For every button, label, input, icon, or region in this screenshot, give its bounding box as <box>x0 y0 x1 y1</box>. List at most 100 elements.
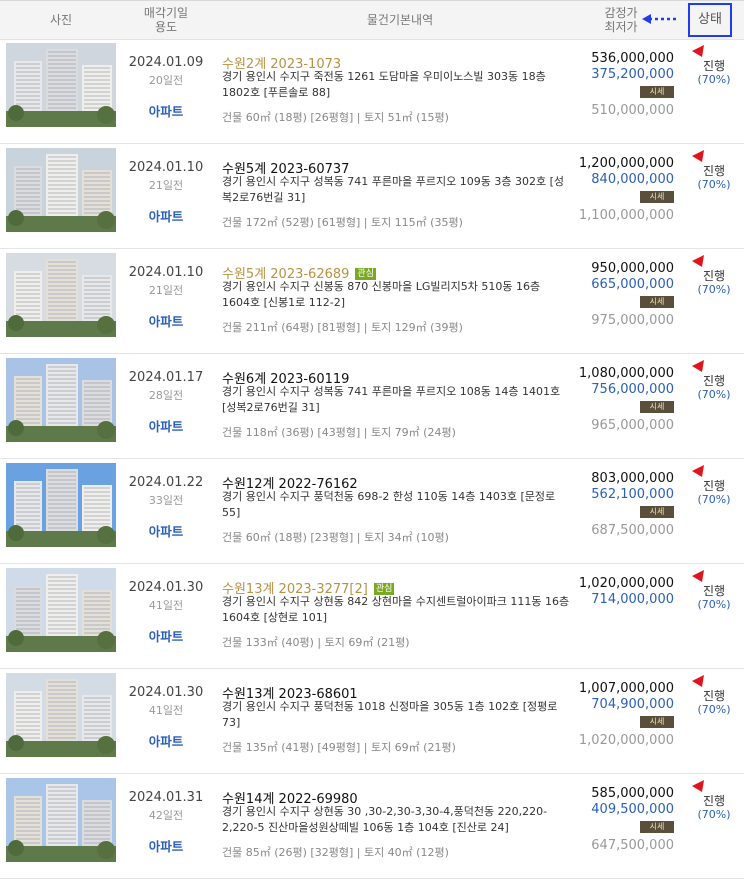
table-row[interactable]: 2024.01.22 33일전 아파트 수원12계 2022-76162 경기 … <box>0 459 744 564</box>
area-info: 건물 172㎡ (52평) [61평형] | 토지 115㎡ (35평) <box>222 216 463 229</box>
property-use: 아파트 <box>148 524 184 539</box>
property-use: 아파트 <box>148 314 184 329</box>
status-label: 진행 <box>702 584 726 598</box>
status-label: 진행 <box>702 479 726 493</box>
days-remaining: 20일전 <box>148 74 184 87</box>
building-photo <box>6 253 116 337</box>
market-price-value: 975,000,000 <box>591 313 674 328</box>
appraisal-price: 1,080,000,000 <box>578 366 674 381</box>
property-photo[interactable] <box>6 43 116 127</box>
property-use: 아파트 <box>148 104 184 119</box>
property-use: 아파트 <box>148 629 184 644</box>
appraisal-price: 1,200,000,000 <box>578 156 674 171</box>
minimum-price: 665,000,000 <box>591 277 674 292</box>
building-photo <box>6 358 116 442</box>
sale-date: 2024.01.30 <box>128 580 204 595</box>
property-address: 경기 용인시 수지구 풍덕천동 1018 신정마을 305동 1층 102호 [… <box>222 700 558 729</box>
discount-rate: (70%) <box>697 703 731 716</box>
area-info: 건물 60㎡ (18평) [26평형] | 토지 51㎡ (15평) <box>222 111 449 124</box>
table-row[interactable]: 2024.01.17 28일전 아파트 수원6계 2023-60119 경기 용… <box>0 354 744 459</box>
sale-date: 2024.01.22 <box>128 475 204 490</box>
appraisal-price: 1,007,000,000 <box>578 681 674 696</box>
header-status-label: 상태 <box>698 12 722 27</box>
minimum-price: 756,000,000 <box>591 382 674 397</box>
table-header: 사진 매각기일 용도 물건기본내역 감정가 최저가 상태 <box>0 0 744 40</box>
property-use: 아파트 <box>148 419 184 434</box>
area-info: 건물 118㎡ (36평) [43평형] | 토지 79㎡ (24평) <box>222 426 456 439</box>
minimum-price: 375,200,000 <box>591 67 674 82</box>
sale-date: 2024.01.10 <box>128 265 204 280</box>
days-remaining: 42일전 <box>148 809 184 822</box>
discount-rate: (70%) <box>697 178 731 191</box>
status-label: 진행 <box>702 689 726 703</box>
property-address: 경기 용인시 수지구 성복동 741 푸른마을 푸르지오 109동 3층 302… <box>222 175 565 204</box>
market-price-value: 647,500,000 <box>591 838 674 853</box>
property-address: 경기 용인시 수지구 상현동 842 상현마을 수지센트럴아이파크 111동 1… <box>222 595 570 624</box>
days-remaining: 41일전 <box>148 599 184 612</box>
minimum-price: 562,100,000 <box>591 487 674 502</box>
days-remaining: 33일전 <box>148 494 184 507</box>
table-row[interactable]: 2024.01.30 41일전 아파트 수원13계 2023-3277[2] 관심… <box>0 564 744 669</box>
market-price-button[interactable]: 시세 <box>640 86 674 98</box>
area-info: 건물 85㎡ (26평) [32평형] | 토지 40㎡ (12평) <box>222 846 449 859</box>
property-address: 경기 용인시 수지구 신봉동 870 신봉마을 LG빌리지5차 510동 16층… <box>222 280 541 309</box>
appraisal-price: 585,000,000 <box>591 786 674 801</box>
property-photo[interactable] <box>6 673 116 757</box>
property-address: 경기 용인시 수지구 죽전동 1261 도담마을 우미이노스빌 303동 18층… <box>222 70 546 99</box>
property-photo[interactable] <box>6 358 116 442</box>
header-status[interactable]: 상태 <box>688 3 732 37</box>
table-row[interactable]: 2024.01.31 42일전 아파트 수원14계 2022-69980 경기 … <box>0 774 744 879</box>
table-row[interactable]: 2024.01.30 41일전 아파트 수원13계 2023-68601 경기 … <box>0 669 744 774</box>
sale-date: 2024.01.10 <box>128 160 204 175</box>
discount-rate: (70%) <box>697 73 731 86</box>
table-row[interactable]: 2024.01.10 21일전 아파트 수원5계 2023-60737 경기 용… <box>0 144 744 249</box>
table-row[interactable]: 2024.01.09 20일전 아파트 수원2계 2023-1073 경기 용인… <box>0 39 744 144</box>
discount-rate: (70%) <box>697 493 731 506</box>
property-address: 경기 용인시 수지구 상현동 30 ,30-2,30-3,30-4,풍덕천동 2… <box>222 805 548 834</box>
property-address: 경기 용인시 수지구 풍덕천동 698-2 한성 110동 14층 1403호 … <box>222 490 556 519</box>
area-info: 건물 60㎡ (18평) [23평형] | 토지 34㎡ (10평) <box>222 531 449 544</box>
building-photo <box>6 43 116 127</box>
market-price-button[interactable]: 시세 <box>640 506 674 518</box>
area-info: 건물 135㎡ (41평) [49평형] | 토지 69㎡ (21평) <box>222 741 456 754</box>
market-price-value: 687,500,000 <box>591 523 674 538</box>
property-photo[interactable] <box>6 463 116 547</box>
sale-date: 2024.01.17 <box>128 370 204 385</box>
status-label: 진행 <box>702 374 726 388</box>
header-photo: 사진 <box>0 1 122 39</box>
header-info-label: 물건기본내역 <box>366 13 434 27</box>
sale-date: 2024.01.31 <box>128 790 204 805</box>
header-date[interactable]: 매각기일 용도 <box>124 1 208 39</box>
building-photo <box>6 568 116 652</box>
header-min-price-label: 최저가 <box>604 20 638 34</box>
market-price-value: 1,100,000,000 <box>578 208 674 223</box>
market-price-button[interactable]: 시세 <box>640 821 674 833</box>
market-price-value: 510,000,000 <box>591 103 674 118</box>
building-photo <box>6 463 116 547</box>
property-photo[interactable] <box>6 568 116 652</box>
market-price-button[interactable]: 시세 <box>640 191 674 203</box>
property-photo[interactable] <box>6 253 116 337</box>
header-info: 물건기본내역 <box>220 1 580 39</box>
minimum-price: 840,000,000 <box>591 172 674 187</box>
minimum-price: 409,500,000 <box>591 802 674 817</box>
status-label: 진행 <box>702 794 726 808</box>
property-use: 아파트 <box>148 839 184 854</box>
minimum-price: 714,000,000 <box>591 592 674 607</box>
market-price-value: 965,000,000 <box>591 418 674 433</box>
header-use-label: 용도 <box>154 20 178 34</box>
discount-rate: (70%) <box>697 388 731 401</box>
market-price-button[interactable]: 시세 <box>640 401 674 413</box>
market-price-button[interactable]: 시세 <box>640 296 674 308</box>
property-photo[interactable] <box>6 778 116 862</box>
market-price-button[interactable]: 시세 <box>640 716 674 728</box>
status-label: 진행 <box>702 59 726 73</box>
market-price-value: 1,020,000,000 <box>578 733 674 748</box>
appraisal-price: 1,020,000,000 <box>578 576 674 591</box>
table-row[interactable]: 2024.01.10 21일전 아파트 수원5계 2023-62689 관심 경기… <box>0 249 744 354</box>
building-photo <box>6 673 116 757</box>
sale-date: 2024.01.09 <box>128 55 204 70</box>
property-photo[interactable] <box>6 148 116 232</box>
sale-date: 2024.01.30 <box>128 685 204 700</box>
area-info: 건물 211㎡ (64평) [81평형] | 토지 129㎡ (39평) <box>222 321 463 334</box>
